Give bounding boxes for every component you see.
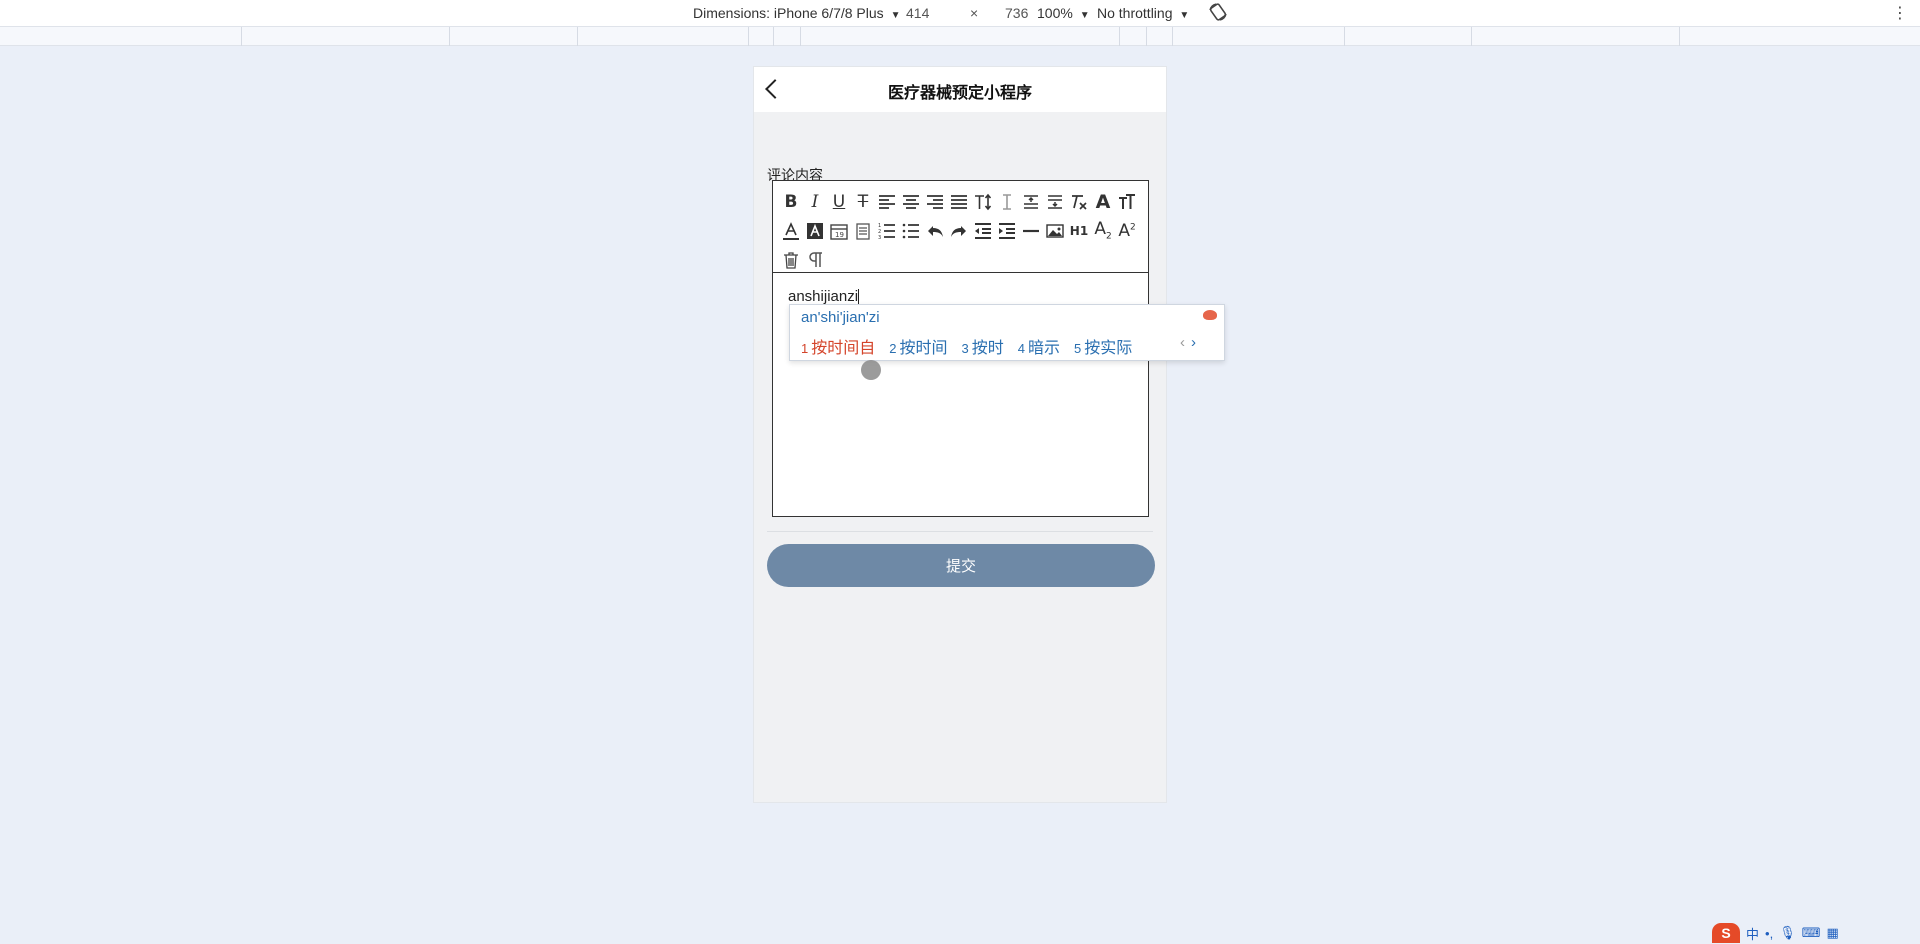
letter-spacing-icon[interactable] <box>995 190 1019 214</box>
redo-icon[interactable] <box>947 219 971 243</box>
ime-popup: an'shi'jian'zi 1 按时间自 2 按时间 3 按时 4 暗示 5 按实际 ‹… <box>789 304 1225 361</box>
toolbar-row: B I U T A <box>779 187 1142 216</box>
ruler-tick <box>1344 27 1345 46</box>
indent-icon[interactable] <box>995 219 1019 243</box>
times-label: × <box>970 5 979 21</box>
device-toolbar: Dimensions: iPhone 6/7/8 Plus ▼ 414 × 73… <box>0 0 1920 27</box>
background-color-icon[interactable] <box>803 219 827 243</box>
dimensions-dropdown[interactable]: Dimensions: iPhone 6/7/8 Plus ▼ <box>693 5 900 21</box>
editor-toolbar: B I U T A 19 123 H1 A2 A2 <box>773 181 1148 273</box>
chevron-down-icon: ▼ <box>890 10 901 21</box>
ime-candidate[interactable]: 5 按实际 <box>1074 334 1132 358</box>
ruler-tick <box>577 27 578 46</box>
ime-candidate[interactable]: 3 按时 <box>962 334 1004 358</box>
ime-prev-icon[interactable]: ‹ <box>1180 334 1185 351</box>
ruler-tick <box>1172 27 1173 46</box>
outdent-icon[interactable] <box>971 219 995 243</box>
date-icon[interactable]: 19 <box>827 219 851 243</box>
bold-icon[interactable]: B <box>779 190 803 214</box>
throttling-label: No throttling <box>1097 5 1173 21</box>
ime-candidate[interactable]: 4 暗示 <box>1018 334 1060 358</box>
ime-page-nav: ‹ › <box>1180 334 1196 351</box>
phone-viewport: 医疗器械预定小程序 评论内容 B I U T A 19 1 2 3 H1 A2 … <box>753 66 1167 803</box>
font-color-icon[interactable] <box>779 219 803 243</box>
ruler-tick <box>1471 27 1472 46</box>
text-cursor <box>858 288 860 306</box>
margin-bottom-icon[interactable] <box>1043 190 1067 214</box>
heading-h1-icon[interactable]: H1 <box>1067 219 1091 243</box>
grid-icon[interactable]: ▦ <box>1826 925 1838 941</box>
ruler-tick <box>449 27 450 46</box>
chevron-down-icon: ▼ <box>1079 10 1090 21</box>
system-tray: S 中 •, 🎙 ⌨ ▦ <box>1712 922 1920 944</box>
ruler-tick <box>800 27 801 46</box>
svg-text:3: 3 <box>878 235 881 241</box>
ime-candidates: 1 按时间自 2 按时间 3 按时 4 暗示 5 按实际 <box>801 334 1132 358</box>
align-left-icon[interactable] <box>875 190 899 214</box>
clear-format-icon[interactable] <box>1067 190 1091 214</box>
ruler-tick <box>1679 27 1680 46</box>
ruler-tick <box>1119 27 1120 46</box>
bullet-list-icon[interactable] <box>899 219 923 243</box>
superscript-icon[interactable]: A2 <box>1115 219 1139 243</box>
ime-next-icon[interactable]: › <box>1191 334 1196 351</box>
align-justify-icon[interactable] <box>947 190 971 214</box>
horizontal-rule-icon[interactable] <box>1019 219 1043 243</box>
throttling-dropdown[interactable]: No throttling ▼ <box>1097 5 1189 21</box>
ruler-tick <box>773 27 774 46</box>
ime-lang-indicator[interactable]: 中 <box>1746 924 1759 943</box>
ime-pinyin: an'shi'jian'zi <box>801 309 880 326</box>
line-height-icon[interactable] <box>971 190 995 214</box>
rotate-icon[interactable] <box>1208 2 1228 22</box>
underline-icon[interactable]: U <box>827 190 851 214</box>
editor-text: anshijianzi <box>788 288 859 305</box>
font-size-icon[interactable]: A <box>1091 190 1115 214</box>
align-right-icon[interactable] <box>923 190 947 214</box>
submit-button[interactable]: 提交 <box>767 544 1155 587</box>
page-title: 医疗器械预定小程序 <box>887 85 1032 102</box>
checklist-icon[interactable] <box>851 219 875 243</box>
media-query-ruler <box>0 27 1920 46</box>
keyboard-icon[interactable]: ⌨ <box>1802 925 1821 941</box>
chevron-down-icon: ▼ <box>1179 10 1190 21</box>
nav-bar: 医疗器械预定小程序 <box>754 67 1166 112</box>
toolbar-row: 19 123 H1 A2 A2 <box>779 216 1142 245</box>
divider <box>767 531 1153 532</box>
touch-cursor <box>861 360 881 380</box>
more-options-icon[interactable]: ⋮ <box>1892 3 1908 23</box>
undo-icon[interactable] <box>923 219 947 243</box>
ime-candidate[interactable]: 2 按时间 <box>889 334 947 358</box>
sogou-logo-icon[interactable]: S <box>1712 923 1740 943</box>
align-center-icon[interactable] <box>899 190 923 214</box>
ime-skin-icon[interactable] <box>1203 310 1217 320</box>
paragraph-icon[interactable] <box>803 248 827 272</box>
dimensions-label: Dimensions: iPhone 6/7/8 Plus <box>693 5 884 21</box>
svg-text:19: 19 <box>835 231 844 239</box>
zoom-dropdown[interactable]: 100% ▼ <box>1037 5 1090 21</box>
strikethrough-icon[interactable]: T <box>851 190 875 214</box>
microphone-icon[interactable]: 🎙 <box>1779 925 1796 941</box>
delete-icon[interactable] <box>779 248 803 272</box>
punctuation-icon[interactable]: •, <box>1765 926 1773 941</box>
ruler-tick <box>748 27 749 46</box>
width-input[interactable]: 414 <box>906 5 929 21</box>
zoom-label: 100% <box>1037 5 1073 21</box>
ordered-list-icon[interactable]: 123 <box>875 219 899 243</box>
toolbar-row <box>779 245 1142 274</box>
italic-icon[interactable]: I <box>803 190 827 214</box>
ime-candidate[interactable]: 1 按时间自 <box>801 334 875 358</box>
ruler-tick <box>241 27 242 46</box>
font-size-alt-icon[interactable] <box>1115 190 1139 214</box>
height-input[interactable]: 736 <box>1005 5 1028 21</box>
ruler-tick <box>1146 27 1147 46</box>
subscript-icon[interactable]: A2 <box>1091 219 1115 243</box>
margin-top-icon[interactable] <box>1019 190 1043 214</box>
image-icon[interactable] <box>1043 219 1067 243</box>
